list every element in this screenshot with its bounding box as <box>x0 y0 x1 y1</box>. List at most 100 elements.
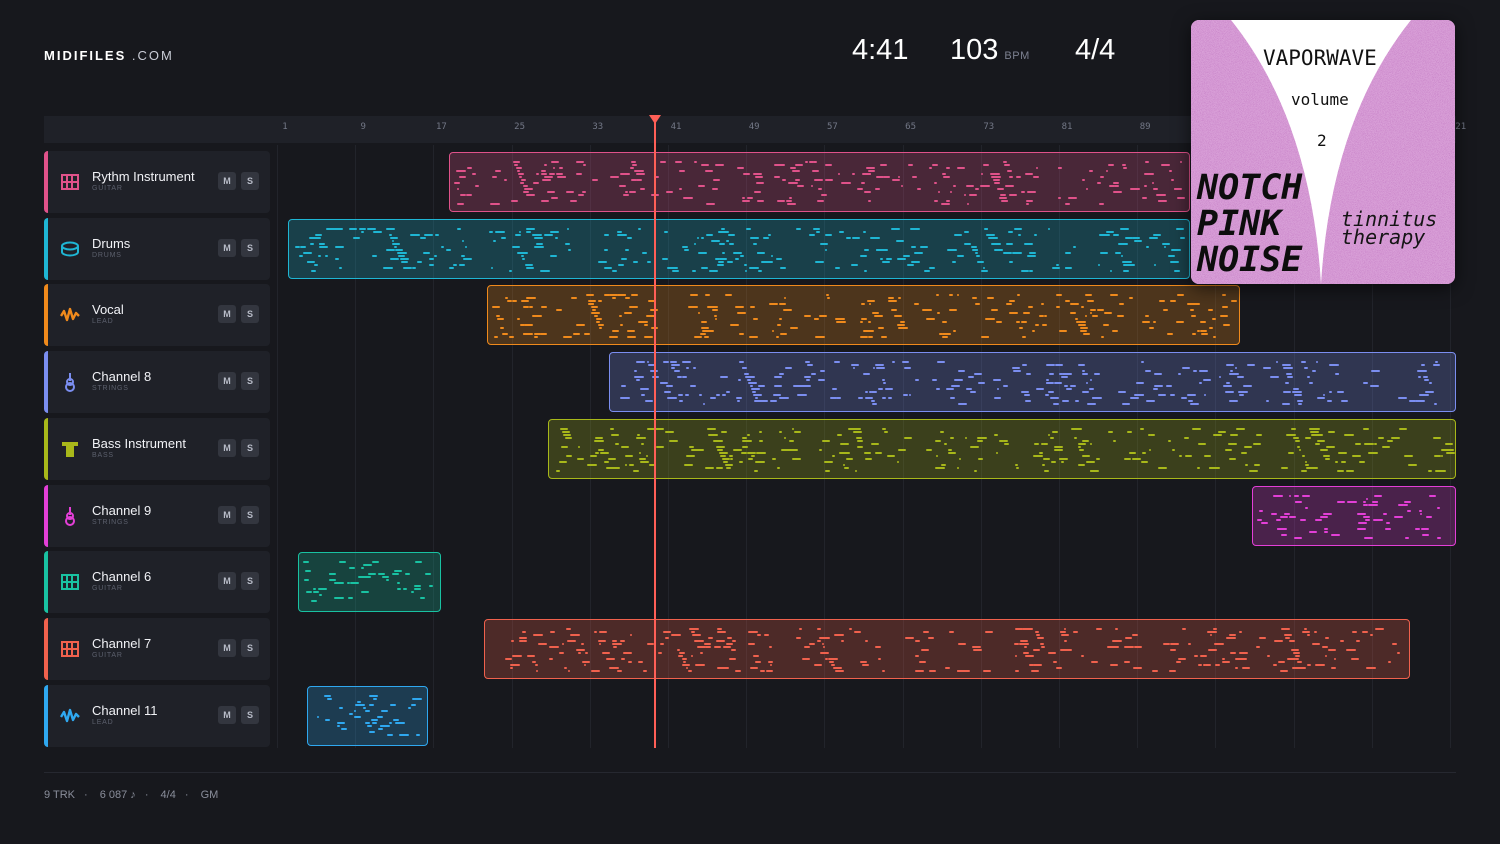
midi-note <box>999 194 1006 196</box>
midi-note <box>825 233 832 236</box>
track-header[interactable]: Channel 9 STRINGS M S <box>44 484 270 547</box>
mute-button[interactable]: M <box>218 638 236 657</box>
midi-clip[interactable] <box>609 352 1456 413</box>
midi-note <box>411 591 415 594</box>
midi-note <box>757 200 764 202</box>
midi-note <box>429 585 434 588</box>
midi-note <box>682 245 688 248</box>
midi-note <box>1036 388 1045 391</box>
solo-button[interactable]: S <box>241 172 259 190</box>
mute-button[interactable]: M <box>218 172 236 190</box>
midi-note <box>573 333 580 336</box>
midi-note <box>892 179 901 181</box>
midi-note <box>911 260 921 263</box>
solo-button[interactable]: S <box>241 572 259 591</box>
midi-note <box>1169 170 1172 172</box>
midi-note <box>630 294 638 297</box>
midi-note <box>903 436 912 439</box>
midi-note <box>663 230 668 233</box>
midi-note <box>982 269 987 272</box>
midi-clip[interactable] <box>307 685 428 746</box>
midi-clip[interactable] <box>298 552 441 613</box>
mute-button[interactable]: M <box>218 705 236 724</box>
midi-note <box>1257 518 1262 521</box>
midi-note <box>948 448 952 451</box>
midi-clip[interactable] <box>1252 485 1456 546</box>
midi-note <box>1040 303 1045 306</box>
midi-note <box>749 336 759 339</box>
solo-button[interactable]: S <box>241 705 259 724</box>
midi-note <box>493 336 498 339</box>
track-header[interactable]: Bass Instrument BASS M S <box>44 417 270 480</box>
midi-note <box>1419 512 1422 515</box>
midi-note <box>1239 651 1249 654</box>
midi-clip[interactable] <box>548 418 1456 479</box>
midi-note <box>1074 400 1080 403</box>
midi-note <box>696 448 704 451</box>
midi-note <box>908 394 912 397</box>
track-header[interactable]: Rythm Instrument GUITAR M S <box>44 151 270 213</box>
midi-note <box>537 642 547 645</box>
midi-note <box>1162 242 1171 245</box>
midi-note <box>1035 167 1039 169</box>
mute-button[interactable]: M <box>218 572 236 591</box>
solo-button[interactable]: S <box>241 238 259 257</box>
track-color-stripe <box>44 284 48 347</box>
track-header[interactable]: Channel 7 GUITAR M S <box>44 617 270 680</box>
midi-note <box>845 236 852 239</box>
midi-note <box>1153 233 1160 236</box>
midi-clip[interactable] <box>288 218 1190 279</box>
midi-note <box>774 164 784 166</box>
playhead[interactable] <box>649 115 661 748</box>
mute-button[interactable]: M <box>218 372 236 391</box>
midi-note <box>533 633 543 636</box>
track-header[interactable]: Channel 11 LEAD M S <box>44 684 270 747</box>
midi-note <box>539 269 550 272</box>
track-header[interactable]: Vocal LEAD M S <box>44 284 270 347</box>
mute-button[interactable]: M <box>218 438 236 457</box>
solo-button[interactable]: S <box>241 638 259 657</box>
midi-note <box>1089 312 1093 315</box>
midi-clip[interactable] <box>484 618 1410 679</box>
midi-note <box>318 594 323 597</box>
mute-button[interactable]: M <box>218 238 236 257</box>
track-header[interactable]: Channel 6 GUITAR M S <box>44 551 270 614</box>
midi-note <box>434 233 440 236</box>
midi-note <box>1366 497 1369 500</box>
midi-note <box>299 254 304 257</box>
midi-note <box>1261 521 1268 524</box>
midi-note <box>582 164 586 166</box>
solo-button[interactable]: S <box>241 372 259 391</box>
midi-note <box>514 164 518 166</box>
midi-note <box>603 266 612 269</box>
midi-note <box>642 251 647 254</box>
midi-note <box>419 597 426 600</box>
track-header[interactable]: Drums DRUMS M S <box>44 217 270 280</box>
midi-note <box>566 627 572 630</box>
midi-note <box>584 651 588 654</box>
midi-note <box>1240 451 1248 454</box>
track-header[interactable]: Channel 8 STRINGS M S <box>44 351 270 414</box>
midi-note <box>1283 367 1293 370</box>
midi-note <box>380 724 385 727</box>
midi-note <box>705 294 710 297</box>
midi-note <box>1026 254 1036 257</box>
midi-note <box>991 176 1001 178</box>
midi-note <box>1130 188 1141 190</box>
midi-note <box>872 367 876 370</box>
midi-note <box>716 466 724 469</box>
midi-clip[interactable] <box>449 152 1190 212</box>
midi-note <box>1285 636 1291 639</box>
solo-button[interactable]: S <box>241 438 259 457</box>
midi-note <box>1108 430 1113 433</box>
mute-button[interactable]: M <box>218 505 236 524</box>
midi-clip[interactable] <box>487 285 1240 346</box>
mute-button[interactable]: M <box>218 305 236 324</box>
midi-note <box>1081 370 1085 373</box>
midi-note <box>681 657 688 660</box>
midi-note <box>1064 639 1067 642</box>
midi-note <box>354 703 365 706</box>
midi-note <box>1081 306 1085 309</box>
solo-button[interactable]: S <box>241 305 259 324</box>
solo-button[interactable]: S <box>241 505 259 524</box>
